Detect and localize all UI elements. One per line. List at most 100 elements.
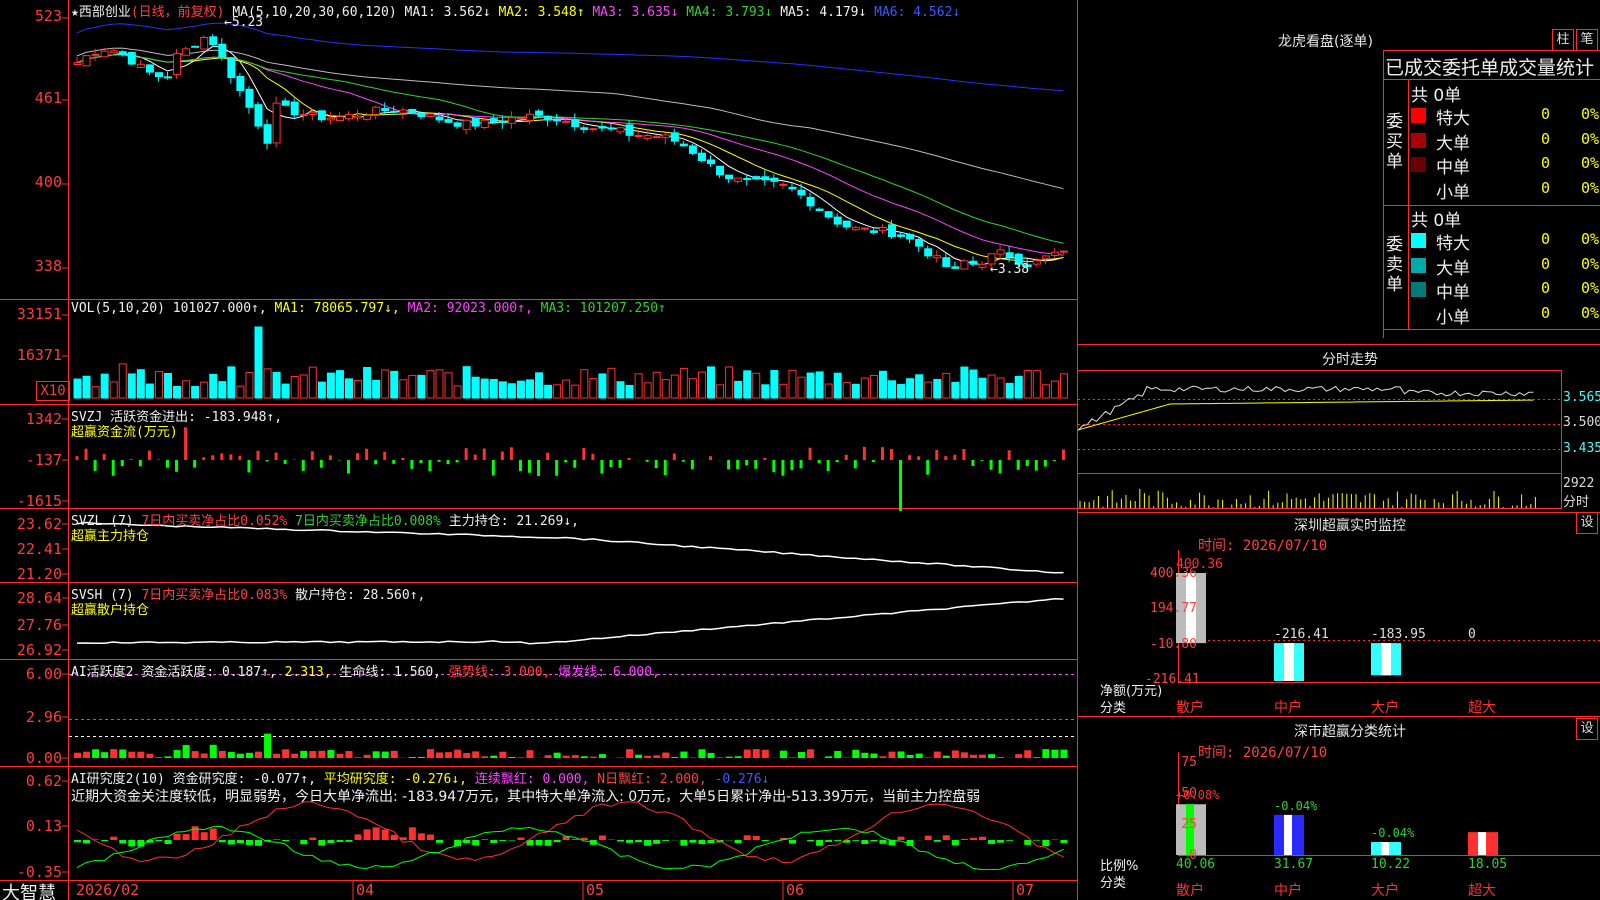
ai2-bar — [1060, 840, 1068, 844]
volume-bar — [345, 378, 353, 399]
ai2-bar — [553, 840, 561, 843]
ai1-bar — [807, 749, 815, 758]
left-chart-svg[interactable] — [0, 0, 1078, 900]
pen-mode-button[interactable]: 笔 — [1576, 29, 1598, 51]
candle-body — [498, 120, 507, 123]
candle-body — [381, 108, 390, 112]
fenshi-chart — [1078, 385, 1562, 508]
ai2-bar — [734, 840, 742, 844]
volume-bar — [1059, 373, 1068, 399]
ai2-bar — [571, 838, 579, 840]
fs-axis-3: 3.435 — [1563, 441, 1600, 456]
order-type: 小单 — [1436, 307, 1470, 328]
candle-body — [598, 125, 607, 129]
candle-body — [716, 165, 725, 176]
brand-label[interactable]: 大智慧 — [2, 879, 56, 900]
volume-bar — [562, 379, 571, 399]
lhb-title: 龙虎看盘(逐单) — [1278, 34, 1373, 50]
sz-bar-label: 超大 — [1468, 700, 1496, 716]
ai1-bar — [734, 756, 742, 758]
ai2-bar — [960, 838, 968, 840]
ai2-bar — [834, 840, 842, 841]
ma5-value: MA5: 4.179↓ — [780, 5, 867, 20]
volume-bar — [688, 378, 697, 399]
order-pct: 0% — [1581, 105, 1600, 123]
volume-bar — [526, 379, 534, 399]
candle-body — [73, 62, 82, 65]
candle-body — [996, 249, 1005, 255]
ai1-bar — [861, 752, 869, 758]
ma-line-3 — [76, 54, 1064, 256]
cls-bar-label: 中户 — [1274, 883, 1302, 899]
volume-bar — [1032, 370, 1041, 399]
volume-bar — [417, 374, 426, 399]
sz-xunit: 分类 — [1100, 701, 1127, 716]
candle-body — [390, 110, 399, 113]
sz-axis-3: -10.80 — [1150, 637, 1197, 652]
candle-body — [227, 57, 236, 79]
high-price-marker: ←5.23 — [224, 15, 264, 30]
volume-bar — [806, 372, 815, 399]
cls-settings-button[interactable]: 设 — [1576, 718, 1598, 740]
ai2-bar — [1006, 840, 1014, 841]
svzj-axis-3: -1615 — [16, 492, 62, 510]
volume-bar — [236, 385, 245, 399]
ai1-bar — [408, 756, 416, 758]
candle-body — [91, 53, 100, 56]
volume-bar — [544, 384, 553, 399]
candle-body — [951, 266, 960, 269]
vol-unit-badge[interactable]: X10 — [36, 381, 70, 401]
volume-bar — [1014, 375, 1023, 399]
ai2-bar — [517, 837, 525, 840]
ai1-bar — [960, 752, 968, 758]
ai1-bar — [988, 754, 996, 758]
candle-body — [154, 72, 163, 78]
cls-axis-1: 75 — [1181, 755, 1197, 770]
sz-bar-label: 中户 — [1274, 700, 1302, 716]
ai2-bar — [209, 828, 217, 840]
order-type: 特大 — [1436, 109, 1470, 129]
ai2-bar — [680, 840, 688, 846]
ai2-bar — [200, 832, 208, 840]
ai1-bar — [635, 754, 643, 758]
ai1-bar — [454, 749, 462, 758]
candle-body — [761, 176, 770, 181]
volume-bar — [869, 375, 878, 399]
ai1-bar — [336, 753, 344, 758]
candle-body — [833, 216, 842, 225]
ai1-bar — [463, 753, 471, 758]
sz-bar-value: 0 — [1468, 627, 1476, 643]
bar-mode-button[interactable]: 柱 — [1552, 29, 1574, 51]
svsh-axis-2: 27.76 — [16, 616, 62, 634]
ai2-bar — [363, 829, 371, 840]
volume-bar — [616, 381, 625, 399]
volume-bar — [625, 384, 634, 399]
candle-body — [507, 117, 516, 124]
ai2-name: AI研究度2(10) — [71, 772, 165, 787]
ai2-b: 平均研究度: -0.276↓, — [323, 772, 468, 787]
ai1-bar — [798, 752, 805, 758]
ai1-bar — [761, 749, 769, 758]
candle-body — [308, 111, 317, 115]
volume-bar — [299, 374, 308, 399]
ai1-bar — [915, 753, 923, 758]
cls-bar-label: 散户 — [1176, 883, 1204, 899]
ai2-bar — [607, 839, 615, 840]
candle-body — [127, 51, 136, 65]
chart-mode[interactable]: (日线，前复权) — [131, 5, 225, 20]
volume-bar — [444, 372, 453, 399]
volume-bar — [788, 369, 797, 399]
ai1-bar — [200, 753, 208, 758]
candle-body — [290, 101, 299, 116]
ai2-bar — [852, 840, 860, 841]
lhb-tabs[interactable]: 已成交委托单成交量统计 — [1385, 53, 1600, 80]
main-chart-header: ★西部创业(日线，前复权) MA(5,10,20,30,60,120) MA1:… — [71, 1, 960, 20]
stock-name[interactable]: ★西部创业 — [71, 5, 131, 20]
order-count: 0 — [1541, 154, 1551, 172]
fenshi-title[interactable]: 分时走势 — [1290, 349, 1410, 369]
candle-body — [299, 114, 308, 117]
ai2-bar — [327, 840, 335, 843]
candle-body — [535, 110, 544, 116]
sz-settings-button[interactable]: 设 — [1576, 512, 1598, 534]
ai2-bar — [626, 840, 634, 843]
